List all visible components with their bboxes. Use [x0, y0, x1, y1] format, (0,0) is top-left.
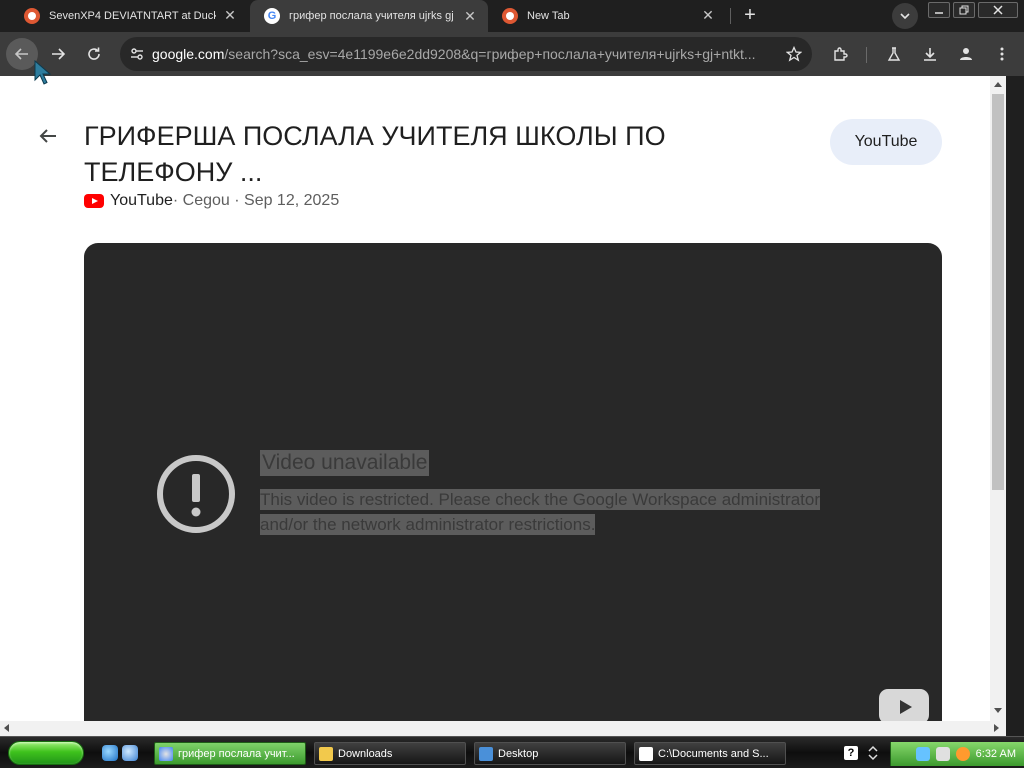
system-tray: 6:32 AM [890, 742, 1024, 766]
scroll-up-icon[interactable] [994, 82, 1002, 87]
menu-button[interactable] [986, 38, 1018, 70]
extensions-button[interactable] [824, 38, 856, 70]
youtube-play-icon[interactable] [879, 689, 929, 721]
video-player[interactable]: Video unavailable This video is restrict… [84, 243, 942, 721]
close-icon [993, 5, 1003, 15]
duckduckgo-icon [24, 7, 40, 24]
tab-divider [730, 8, 731, 24]
profile-button[interactable] [950, 38, 982, 70]
close-window-button[interactable] [978, 2, 1018, 18]
tray-arrows-icon[interactable] [866, 745, 880, 761]
arrow-left-icon [39, 129, 56, 143]
tab-new-tab[interactable]: New Tab ✕ [488, 0, 726, 31]
url-path: /search?sca_esv=4e1199e6e2dd9208&q=грифе… [224, 46, 756, 62]
network-icon[interactable] [915, 747, 930, 761]
folder-icon [319, 746, 333, 761]
person-icon [960, 48, 972, 60]
meta-source[interactable]: YouTube [110, 192, 173, 210]
quick-launch-icon[interactable] [122, 745, 138, 761]
video-title[interactable]: ГРИФЕРША ПОСЛАЛА УЧИТЕЛЯ ШКОЛЫ ПО ТЕЛЕФО… [84, 118, 744, 190]
tab-title: грифер послала учителя ujrks gj [289, 10, 454, 22]
taskbar-item-label: Downloads [338, 747, 393, 760]
clock[interactable]: 6:32 AM [976, 748, 1016, 760]
toolbar-divider [866, 47, 867, 63]
mouse-cursor-icon [34, 60, 52, 85]
tab-google-search[interactable]: G грифер послала учителя ujrks gj ✕ [250, 0, 488, 32]
taskbar-item-label: грифер послала учит... [178, 747, 295, 760]
chrome-icon [159, 746, 173, 761]
meta-details: · Cegou · Sep 12, 2025 [172, 192, 340, 209]
scrollbar-thumb[interactable] [992, 94, 1004, 490]
arrow-right-icon [52, 48, 66, 60]
volume-icon[interactable] [935, 747, 950, 761]
taskbar-item-cmd[interactable]: C:\Documents and S... [634, 742, 786, 765]
youtube-icon [84, 194, 104, 208]
tab-duckduckgo[interactable]: SevenXP4 DEVIATNTART at DuckD ✕ [10, 0, 248, 31]
video-meta: YouTube · Cegou · Sep 12, 2025 [84, 192, 339, 210]
search-icon[interactable] [955, 747, 970, 761]
window-border [1006, 76, 1024, 736]
error-title: Video unavailable [260, 450, 430, 476]
scroll-down-icon[interactable] [994, 708, 1002, 713]
kebab-menu-icon [1000, 47, 1004, 61]
taskbar-item-label: Desktop [498, 747, 539, 760]
flask-icon [887, 47, 901, 61]
error-message: This video is restricted. Please check t… [260, 487, 860, 537]
taskbar: грифер послала учит... Downloads Desktop… [0, 736, 1024, 768]
scroll-left-icon[interactable] [4, 724, 9, 732]
start-button[interactable] [8, 741, 84, 765]
console-icon [639, 746, 653, 761]
help-icon[interactable]: ? [844, 746, 858, 760]
restore-icon [959, 5, 969, 15]
url-domain: google.com [152, 46, 225, 62]
tab-title: New Tab [527, 9, 570, 22]
youtube-chip-button[interactable]: YouTube [830, 119, 942, 165]
internet-explorer-icon[interactable] [102, 745, 118, 761]
close-tab-icon[interactable]: ✕ [222, 7, 238, 24]
tab-title: SevenXP4 DEVIATNTART at DuckD [49, 9, 216, 22]
close-tab-icon[interactable]: ✕ [700, 7, 716, 24]
download-icon [924, 48, 936, 61]
restore-button[interactable] [953, 2, 975, 18]
google-icon: G [264, 8, 280, 24]
back-arrow-button[interactable] [36, 124, 60, 148]
taskbar-item-browser[interactable]: грифер послала учит... [154, 742, 306, 765]
reload-icon [88, 47, 100, 60]
minimize-icon [935, 12, 943, 14]
scroll-right-icon[interactable] [994, 724, 999, 732]
vertical-scrollbar[interactable] [990, 76, 1006, 721]
tab-strip: SevenXP4 DEVIATNTART at DuckD ✕ G грифер… [0, 0, 1024, 32]
puzzle-icon [834, 47, 848, 61]
taskbar-item-label: C:\Documents and S... [658, 747, 769, 760]
downloads-button[interactable] [914, 38, 946, 70]
desktop-icon [479, 746, 493, 761]
tab-search-button[interactable] [892, 3, 918, 29]
browser-toolbar: google.com/search?sca_esv=4e1199e6e2dd92… [0, 32, 1024, 76]
new-tab-button[interactable]: + [738, 3, 762, 27]
close-tab-icon[interactable]: ✕ [462, 8, 478, 24]
arrow-left-icon [14, 48, 28, 60]
bookmark-star-icon[interactable] [776, 46, 812, 62]
reload-button[interactable] [78, 38, 110, 70]
exclamation-circle-icon [157, 455, 235, 533]
labs-button[interactable] [878, 38, 910, 70]
error-message-text: This video is restricted. Please check t… [260, 489, 820, 535]
minimize-button[interactable] [928, 2, 950, 18]
taskbar-item-desktop[interactable]: Desktop [474, 742, 626, 765]
page-content: ГРИФЕРША ПОСЛАЛА УЧИТЕЛЯ ШКОЛЫ ПО ТЕЛЕФО… [0, 76, 990, 721]
taskbar-item-downloads[interactable]: Downloads [314, 742, 466, 765]
duckduckgo-icon [502, 7, 518, 24]
chevron-down-icon [900, 13, 910, 20]
url-text[interactable]: google.com/search?sca_esv=4e1199e6e2dd92… [152, 46, 776, 62]
site-info-icon[interactable] [122, 46, 152, 62]
address-bar[interactable]: google.com/search?sca_esv=4e1199e6e2dd92… [120, 37, 812, 71]
horizontal-scrollbar[interactable] [0, 721, 1006, 736]
